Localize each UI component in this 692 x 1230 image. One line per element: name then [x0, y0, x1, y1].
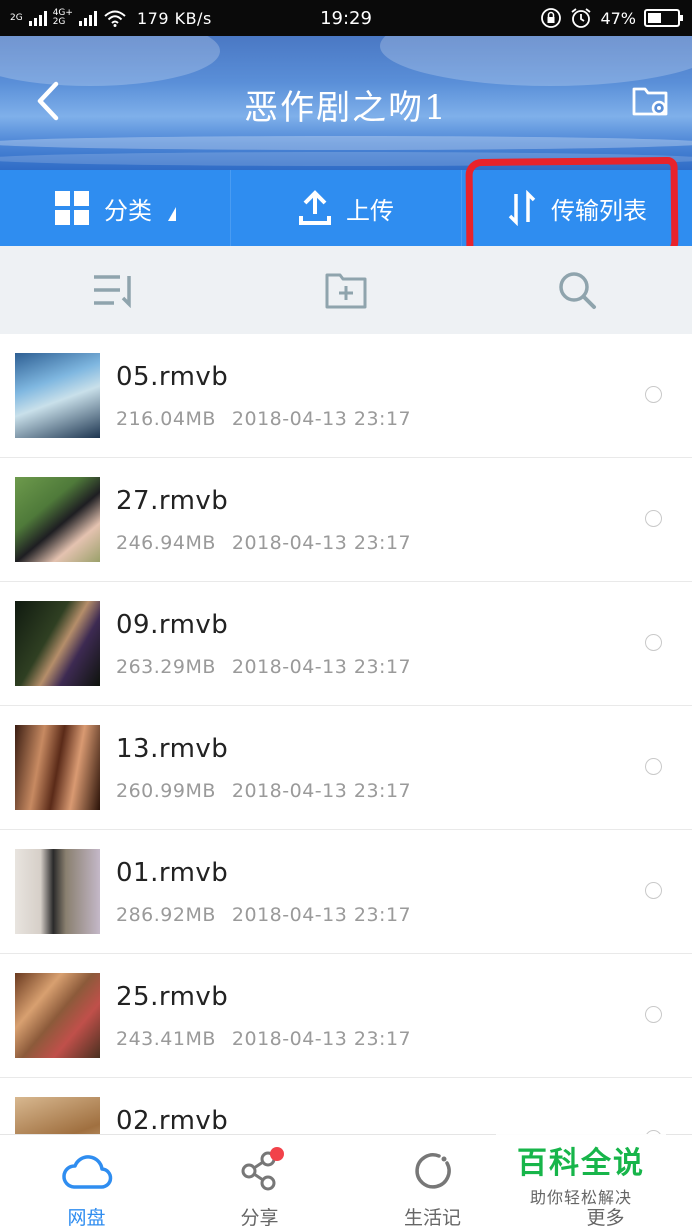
file-meta: 243.41MB 2018-04-13 23:17	[116, 1028, 411, 1050]
folder-add-icon	[325, 273, 367, 309]
alarm-icon	[571, 8, 591, 28]
tab-upload-label: 上传	[346, 196, 394, 225]
file-size: 286.92MB	[116, 904, 216, 926]
cloud-icon	[61, 1145, 113, 1197]
video-thumbnail	[15, 477, 100, 562]
file-size: 260.99MB	[116, 780, 216, 802]
watermark-logo: 百科全说 助你轻松解决	[496, 1134, 666, 1207]
file-size: 263.29MB	[116, 656, 216, 678]
file-row[interactable]: 01.rmvb 286.92MB 2018-04-13 23:17	[0, 830, 692, 954]
tab-upload[interactable]: 上传	[230, 170, 461, 246]
watermark-main: 百科全说	[517, 1146, 645, 1181]
file-meta: 263.29MB 2018-04-13 23:17	[116, 656, 411, 678]
file-date: 2018-04-13 23:17	[231, 1028, 412, 1050]
watermark-sub: 助你轻松解决	[529, 1188, 632, 1207]
chevron-left-icon	[37, 81, 59, 121]
tab-category[interactable]: 分类	[0, 170, 230, 246]
video-thumbnail	[15, 849, 100, 934]
file-row[interactable]: 27.rmvb 246.94MB 2018-04-13 23:17	[0, 458, 692, 582]
file-name: 27.rmvb	[116, 486, 229, 516]
folder-settings-button[interactable]	[626, 76, 676, 126]
file-meta: 216.04MB 2018-04-13 23:17	[116, 408, 411, 430]
refresh-icon	[407, 1145, 459, 1197]
tab-category-label: 分类	[104, 196, 152, 225]
video-thumbnail	[15, 353, 100, 438]
file-name: 09.rmvb	[116, 610, 229, 640]
header: 恶作剧之吻1	[0, 36, 692, 170]
header-wave	[0, 152, 692, 166]
lock-rotation-icon	[541, 8, 562, 28]
video-thumbnail	[15, 601, 100, 686]
file-date: 2018-04-13 23:17	[231, 408, 412, 430]
notification-dot	[269, 1147, 284, 1161]
file-meta: 260.99MB 2018-04-13 23:17	[116, 780, 411, 802]
battery-icon	[644, 9, 683, 27]
toolbar	[0, 246, 692, 334]
file-size: 243.41MB	[116, 1028, 216, 1050]
select-radio[interactable]	[645, 386, 662, 403]
file-list: 05.rmvb 216.04MB 2018-04-13 23:17 27.rmvb…	[0, 334, 692, 1134]
back-button[interactable]	[22, 76, 72, 126]
status-bar: 2G 4G+ 2G 179 KB/s 19:29 47%	[0, 0, 692, 36]
header-wave	[0, 136, 692, 150]
file-date: 2018-04-13 23:17	[231, 532, 412, 554]
new-folder-button[interactable]	[231, 246, 462, 334]
file-row[interactable]: 25.rmvb 243.41MB 2018-04-13 23:17	[0, 954, 692, 1078]
transfer-icon	[508, 190, 536, 226]
nav-share-label: 分享	[240, 1207, 279, 1229]
video-thumbnail	[15, 973, 100, 1058]
folder-settings-icon	[632, 87, 668, 116]
nav-life[interactable]: 生活记	[346, 1135, 519, 1230]
sort-button[interactable]	[0, 246, 231, 334]
select-radio[interactable]	[645, 634, 662, 651]
battery-fill	[648, 13, 661, 23]
share-icon	[234, 1145, 286, 1197]
file-row[interactable]: 13.rmvb 260.99MB 2018-04-13 23:17	[0, 706, 692, 830]
page-title: 恶作剧之吻1	[244, 88, 448, 128]
video-thumbnail	[15, 1097, 100, 1134]
file-size: 246.94MB	[116, 532, 216, 554]
nav-life-label: 生活记	[403, 1207, 461, 1229]
file-meta: 246.94MB 2018-04-13 23:17	[116, 532, 411, 554]
tab-transfer-list[interactable]: 传输列表	[461, 170, 692, 246]
select-radio[interactable]	[645, 882, 662, 899]
file-name: 02.rmvb	[116, 1106, 229, 1134]
file-name: 13.rmvb	[116, 734, 229, 764]
file-meta: 286.92MB 2018-04-13 23:17	[116, 904, 411, 926]
select-radio[interactable]	[645, 1006, 662, 1023]
select-radio[interactable]	[645, 510, 662, 527]
battery-percent: 47%	[600, 8, 636, 28]
nav-netdisk[interactable]: 网盘	[0, 1135, 173, 1230]
file-name: 05.rmvb	[116, 362, 229, 392]
file-date: 2018-04-13 23:17	[231, 656, 412, 678]
nav-share[interactable]: 分享	[173, 1135, 346, 1230]
sort-icon	[94, 275, 132, 308]
caret-down-icon	[168, 207, 176, 221]
file-row[interactable]: 05.rmvb 216.04MB 2018-04-13 23:17	[0, 334, 692, 458]
tab-bar: 分类 上传 传输列表	[0, 170, 692, 246]
status-bar-right: 47%	[540, 0, 683, 36]
select-radio[interactable]	[645, 758, 662, 775]
grid-icon	[55, 191, 89, 225]
file-date: 2018-04-13 23:17	[231, 780, 412, 802]
file-name: 25.rmvb	[116, 982, 229, 1012]
video-thumbnail	[15, 725, 100, 810]
file-row[interactable]: 09.rmvb 263.29MB 2018-04-13 23:17	[0, 582, 692, 706]
search-icon	[558, 272, 596, 309]
file-name: 01.rmvb	[116, 858, 229, 888]
tab-transfer-list-label: 传输列表	[551, 196, 647, 225]
file-date: 2018-04-13 23:17	[231, 904, 412, 926]
upload-icon	[299, 190, 331, 225]
file-row[interactable]: 02.rmvb	[0, 1078, 692, 1134]
nav-netdisk-label: 网盘	[67, 1207, 106, 1229]
search-button[interactable]	[461, 246, 692, 334]
file-size: 216.04MB	[116, 408, 216, 430]
